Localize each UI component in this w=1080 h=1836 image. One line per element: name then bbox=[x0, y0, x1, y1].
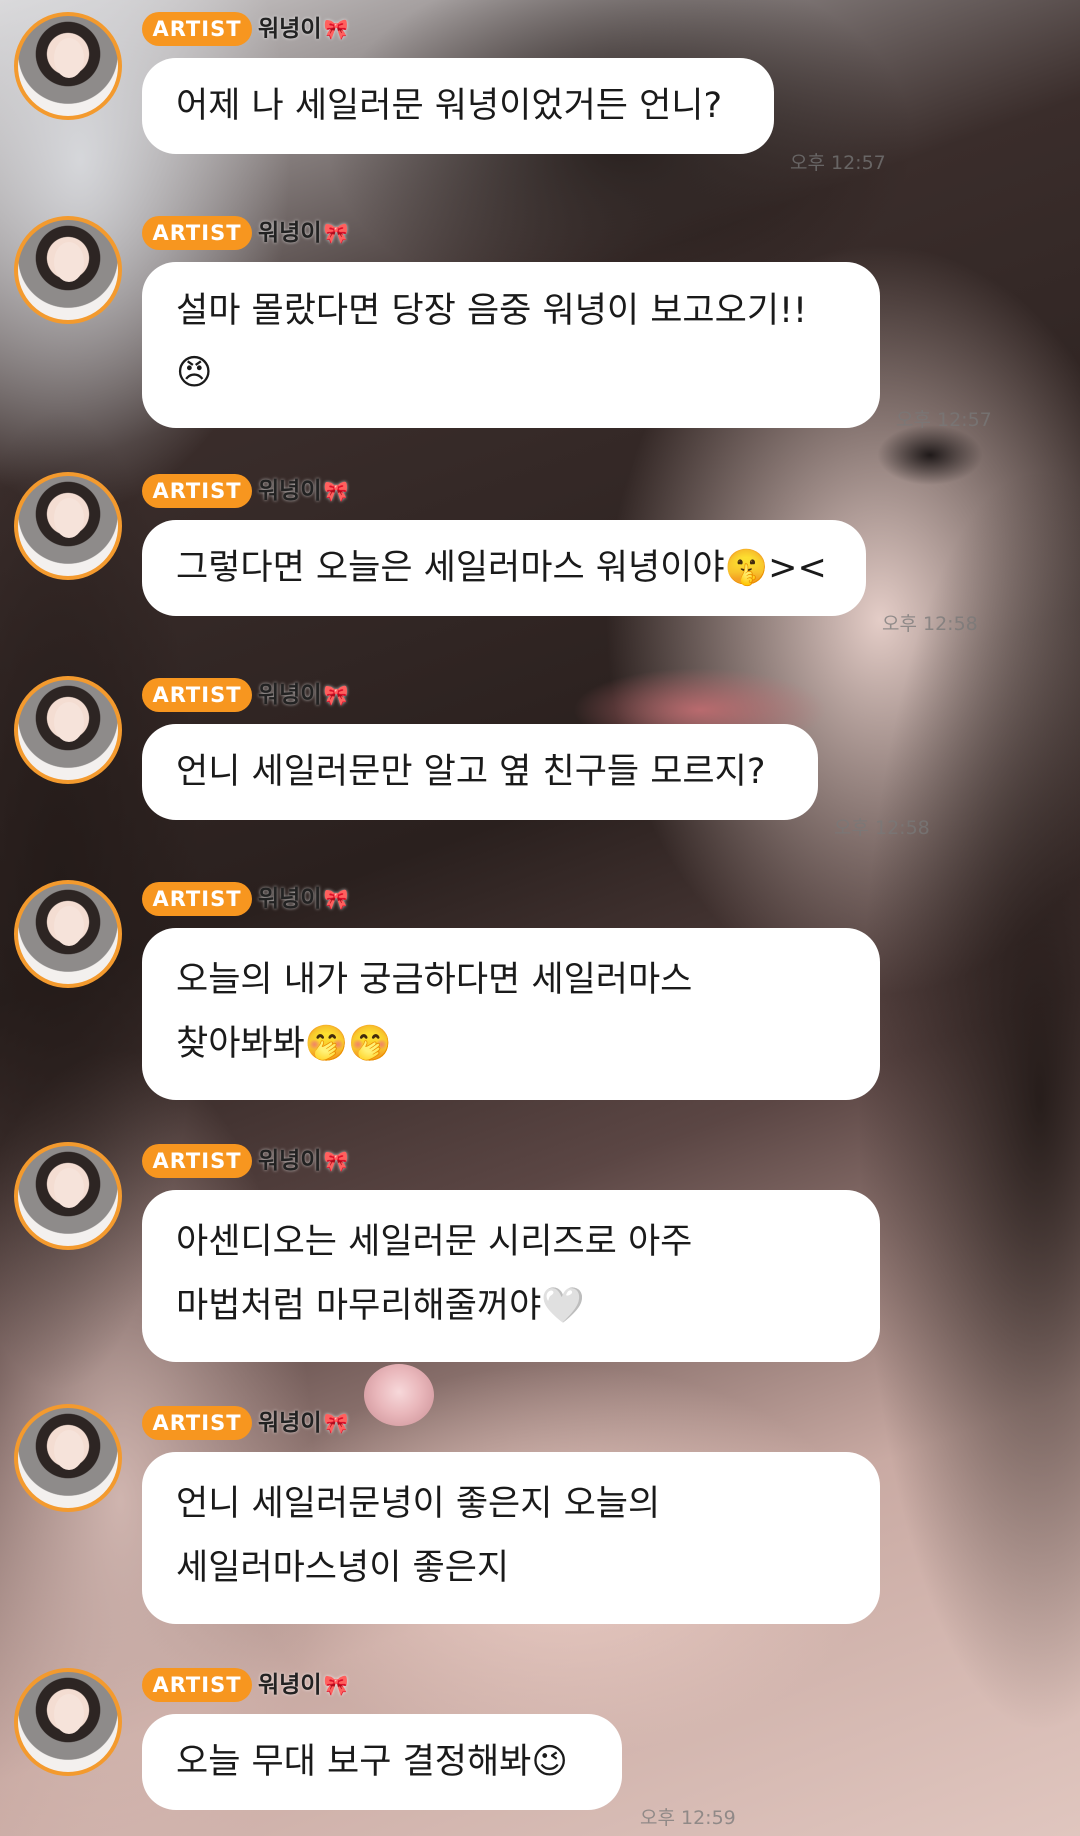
message-bubble[interactable]: 언니 세일러문만 알고 옆 친구들 모르지? bbox=[142, 724, 818, 820]
message-text: 그렇다면 오늘은 세일러마스 워녕이야🤫>< bbox=[176, 548, 827, 588]
artist-avatar[interactable] bbox=[14, 12, 122, 120]
message-text: 오늘의 내가 궁금하다면 세일러마스 bbox=[176, 960, 693, 1000]
sender-name: 워녕이 🎀 bbox=[258, 1144, 348, 1178]
sender-name-text: 워녕이 bbox=[258, 16, 322, 42]
message-text: 설마 몰랐다면 당장 음중 워녕이 보고오기!! bbox=[176, 291, 808, 331]
artist-avatar[interactable] bbox=[14, 676, 122, 784]
sender-name-text: 워녕이 bbox=[258, 886, 322, 912]
ribbon-icon: 🎀 bbox=[323, 1411, 349, 1435]
artist-avatar[interactable] bbox=[14, 472, 122, 580]
artist-badge: ARTIST bbox=[142, 882, 252, 916]
ribbon-icon: 🎀 bbox=[323, 1149, 349, 1173]
message-text: 마법처럼 마무리해줄꺼야🤍 bbox=[176, 1286, 585, 1326]
rose-decoration bbox=[364, 1364, 434, 1426]
message-bubble[interactable]: 설마 몰랐다면 당장 음중 워녕이 보고오기!! 😠 bbox=[142, 262, 880, 428]
sender-name-text: 워녕이 bbox=[258, 1672, 322, 1698]
message-text: 오늘 무대 보구 결정해봐😉 bbox=[176, 1742, 568, 1782]
ribbon-icon: 🎀 bbox=[323, 1673, 349, 1697]
message-text: 아센디오는 세일러문 시리즈로 아주 bbox=[176, 1222, 693, 1262]
sender-name: 워녕이 🎀 bbox=[258, 1406, 348, 1440]
ribbon-icon: 🎀 bbox=[323, 17, 349, 41]
artist-avatar[interactable] bbox=[14, 880, 122, 988]
artist-avatar[interactable] bbox=[14, 1668, 122, 1776]
sender-name-text: 워녕이 bbox=[258, 220, 322, 246]
ribbon-icon: 🎀 bbox=[323, 221, 349, 245]
sender-name-text: 워녕이 bbox=[258, 478, 322, 504]
artist-badge: ARTIST bbox=[142, 12, 252, 46]
message-time: 오후 12:58 bbox=[882, 613, 978, 635]
message-time: 오후 12:58 bbox=[834, 817, 930, 839]
sender-name-text: 워녕이 bbox=[258, 1410, 322, 1436]
message-bubble[interactable]: 그렇다면 오늘은 세일러마스 워녕이야🤫>< bbox=[142, 520, 866, 616]
ribbon-icon: 🎀 bbox=[323, 887, 349, 911]
sender-name: 워녕이 🎀 bbox=[258, 678, 348, 712]
artist-badge: ARTIST bbox=[142, 216, 252, 250]
message-bubble[interactable]: 아센디오는 세일러문 시리즈로 아주 마법처럼 마무리해줄꺼야🤍 bbox=[142, 1190, 880, 1362]
sender-name: 워녕이 🎀 bbox=[258, 882, 348, 916]
message-text: 세일러마스녕이 좋은지 bbox=[176, 1548, 510, 1588]
artist-badge: ARTIST bbox=[142, 1144, 252, 1178]
message-time: 오후 12:57 bbox=[896, 409, 992, 431]
artist-badge: ARTIST bbox=[142, 1668, 252, 1702]
message-text: 어제 나 세일러문 워녕이었거든 언니? bbox=[176, 86, 723, 126]
message-bubble[interactable]: 오늘 무대 보구 결정해봐😉 bbox=[142, 1714, 622, 1810]
message-bubble[interactable]: 언니 세일러문녕이 좋은지 오늘의 세일러마스녕이 좋은지 bbox=[142, 1452, 880, 1624]
artist-badge: ARTIST bbox=[142, 474, 252, 508]
sender-name: 워녕이 🎀 bbox=[258, 474, 348, 508]
ribbon-icon: 🎀 bbox=[323, 683, 349, 707]
artist-badge: ARTIST bbox=[142, 678, 252, 712]
sender-name: 워녕이 🎀 bbox=[258, 12, 348, 46]
message-emoji: 😠 bbox=[176, 353, 213, 393]
message-time: 오후 12:57 bbox=[790, 152, 886, 174]
sender-name-text: 워녕이 bbox=[258, 682, 322, 708]
sender-name: 워녕이 🎀 bbox=[258, 216, 348, 250]
sender-name-text: 워녕이 bbox=[258, 1148, 322, 1174]
message-text: 언니 세일러문녕이 좋은지 오늘의 bbox=[176, 1484, 661, 1524]
ribbon-icon: 🎀 bbox=[323, 479, 349, 503]
message-bubble[interactable]: 오늘의 내가 궁금하다면 세일러마스 찾아봐봐🤭🤭 bbox=[142, 928, 880, 1100]
artist-badge: ARTIST bbox=[142, 1406, 252, 1440]
artist-avatar[interactable] bbox=[14, 1404, 122, 1512]
message-text: 찾아봐봐🤭🤭 bbox=[176, 1024, 392, 1064]
sender-name: 워녕이 🎀 bbox=[258, 1668, 348, 1702]
message-text: 언니 세일러문만 알고 옆 친구들 모르지? bbox=[176, 752, 766, 792]
message-time: 오후 12:59 bbox=[640, 1807, 736, 1829]
message-bubble[interactable]: 어제 나 세일러문 워녕이었거든 언니? bbox=[142, 58, 774, 154]
artist-avatar[interactable] bbox=[14, 1142, 122, 1250]
artist-avatar[interactable] bbox=[14, 216, 122, 324]
